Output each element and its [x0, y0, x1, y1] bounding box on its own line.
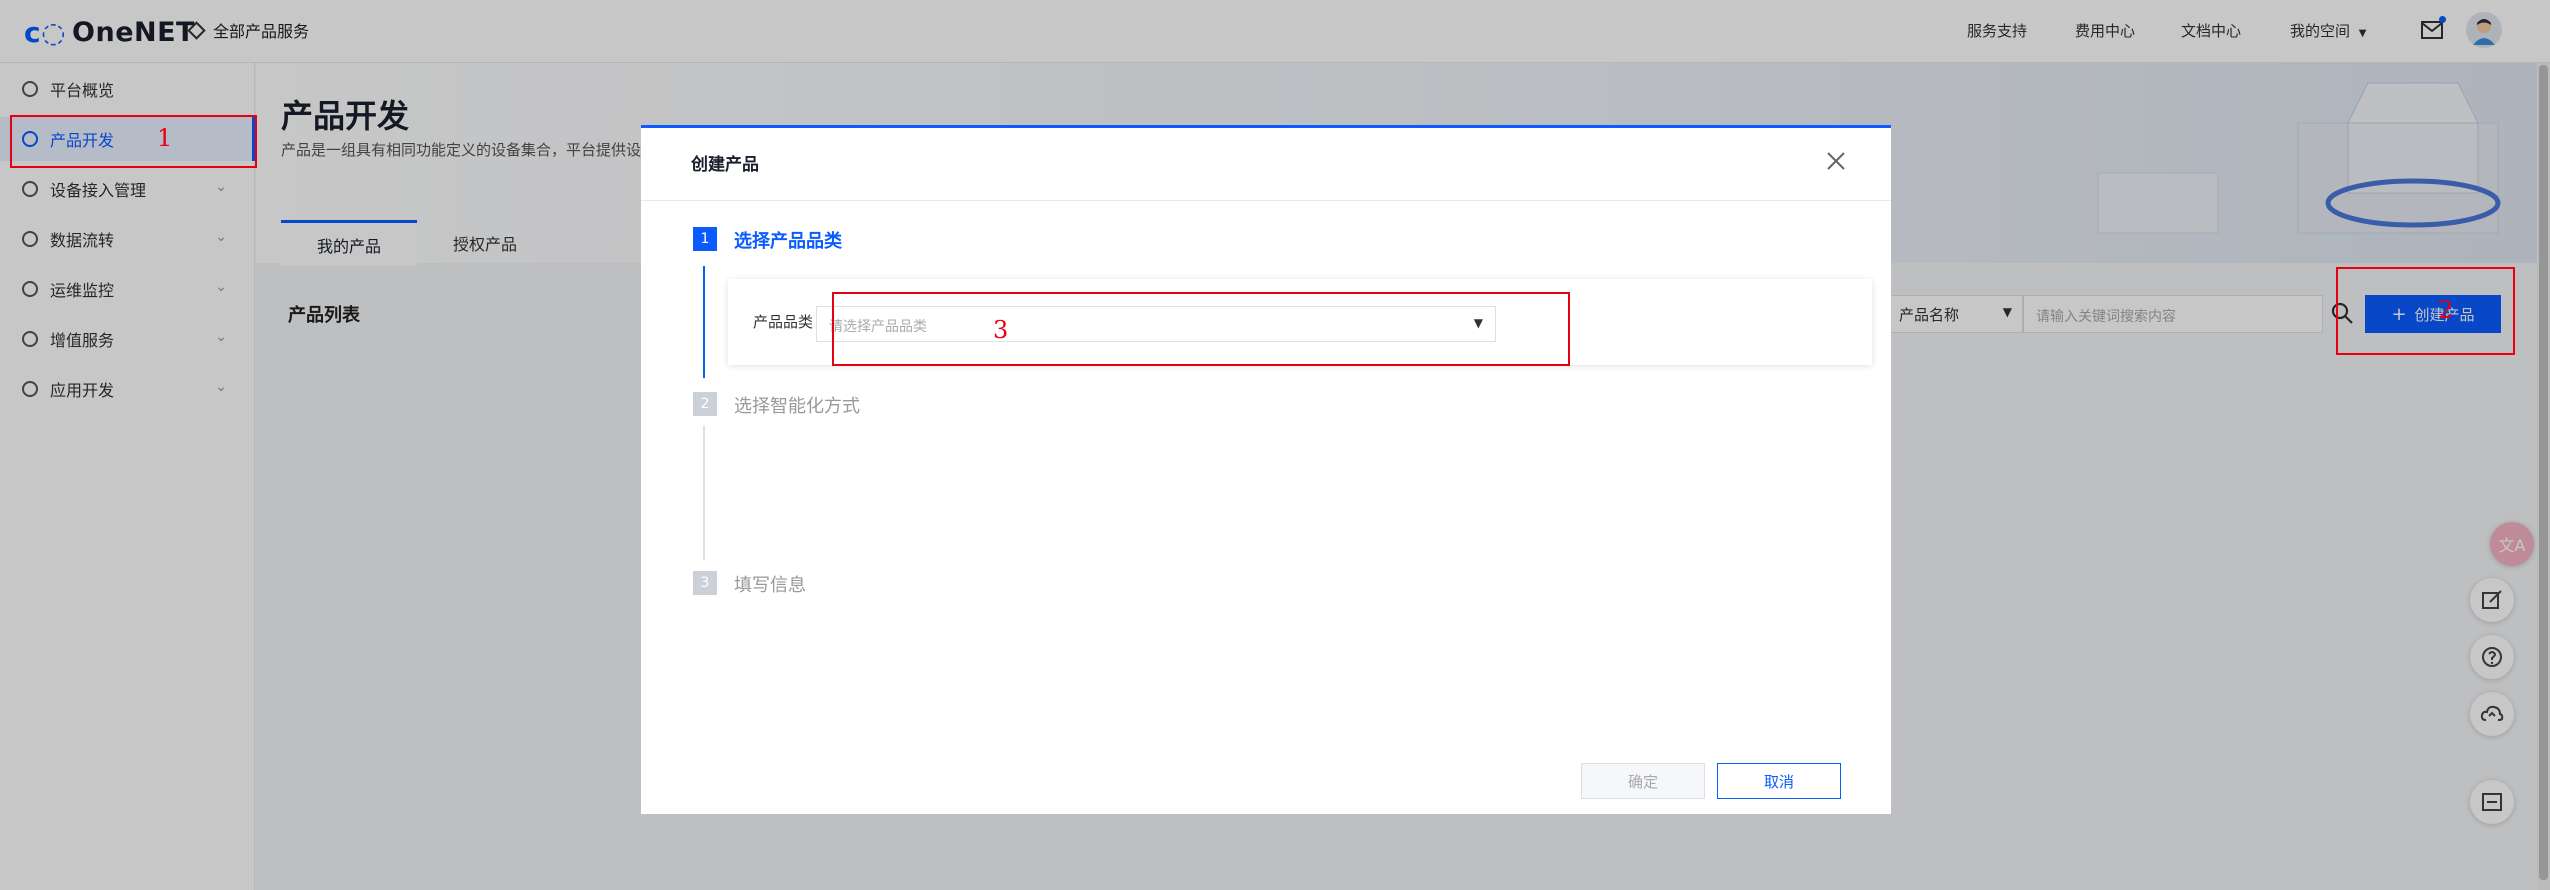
- step-connector-1: [703, 266, 705, 378]
- annotation-box-3: [832, 292, 1570, 366]
- step-number-3: 3: [693, 571, 717, 595]
- annotation-number-1: 1: [157, 124, 173, 152]
- create-product-dialog: 创建产品 1 选择产品品类 产品品类 请选择产品品类 ▼ 2 选择智能化方式 3…: [641, 125, 1891, 814]
- confirm-button[interactable]: 确定: [1581, 763, 1705, 799]
- annotation-number-2: 2: [2438, 296, 2454, 324]
- step-number-1: 1: [693, 227, 717, 251]
- step-number-2: 2: [693, 392, 717, 416]
- dialog-divider: [641, 200, 1891, 201]
- category-label: 产品品类: [753, 313, 814, 331]
- annotation-number-3: 3: [993, 316, 1009, 344]
- step-label-1: 选择产品品类: [734, 231, 842, 252]
- close-button[interactable]: [1821, 146, 1851, 176]
- step-label-2: 选择智能化方式: [734, 396, 860, 417]
- cancel-button[interactable]: 取消: [1717, 763, 1841, 799]
- step-label-3: 填写信息: [734, 575, 806, 596]
- annotation-box-1: [10, 115, 257, 168]
- annotation-box-2: [2336, 267, 2515, 355]
- dialog-title: 创建产品: [691, 155, 759, 175]
- step-connector-2: [703, 426, 705, 560]
- close-icon: [1827, 152, 1845, 170]
